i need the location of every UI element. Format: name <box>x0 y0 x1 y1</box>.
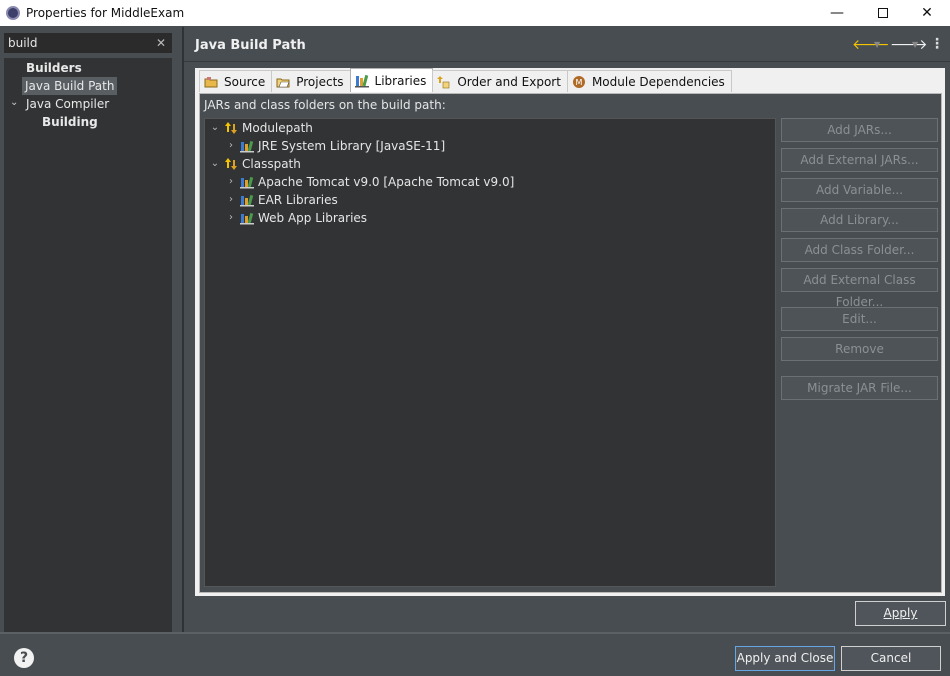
tab-bar: Source Projects Libraries Order and Expo… <box>199 68 732 92</box>
projects-folder-icon <box>276 75 290 89</box>
property-tree: Builders Java Build Path ⌄ Java Compiler… <box>4 58 172 632</box>
tree-item-building[interactable]: Building <box>42 113 98 131</box>
build-path-caption: JARs and class folders on the build path… <box>204 98 446 112</box>
order-export-icon <box>437 75 451 89</box>
library-icon <box>240 175 254 189</box>
splitter[interactable] <box>182 27 184 632</box>
chevron-down-icon[interactable]: ⌄ <box>209 155 221 173</box>
footer-divider <box>0 632 950 634</box>
eclipse-icon <box>6 6 20 20</box>
back-arrow-icon[interactable]: 🡐 <box>852 36 890 54</box>
tree-node-apache-tomcat[interactable]: › Apache Tomcat v9.0 [Apache Tomcat v9.0… <box>225 173 514 191</box>
forward-arrow-icon[interactable]: 🡒 <box>890 36 928 54</box>
libraries-icon <box>354 74 369 88</box>
filter-input[interactable]: build <box>4 33 172 53</box>
source-folder-icon <box>204 75 218 89</box>
back-dropdown-icon[interactable]: ▼ <box>874 40 880 49</box>
forward-dropdown-icon[interactable]: ▼ <box>912 40 918 49</box>
close-button[interactable]: ✕ <box>904 0 950 26</box>
page-title: Java Build Path <box>195 38 306 53</box>
remove-button[interactable]: Remove <box>781 337 938 361</box>
title-bar: Properties for MiddleExam — ✕ <box>0 0 950 26</box>
tab-source[interactable]: Source <box>199 70 273 92</box>
maximize-button[interactable] <box>860 0 906 26</box>
library-icon <box>240 193 254 207</box>
tab-module-dependencies-label: Module Dependencies <box>591 74 725 89</box>
add-external-jars-button[interactable]: Add External JARs... <box>781 148 938 172</box>
tab-projects[interactable]: Projects <box>271 70 351 92</box>
tab-libraries-label: Libraries <box>374 73 427 88</box>
chevron-down-icon[interactable]: ⌄ <box>10 97 18 108</box>
tree-node-jre-system-library[interactable]: › JRE System Library [JavaSE-11] <box>225 137 445 155</box>
add-jars-button[interactable]: Add JARs... <box>781 118 938 142</box>
chevron-down-icon[interactable]: ⌄ <box>209 119 221 137</box>
apply-button[interactable]: Apply <box>855 601 946 626</box>
tree-item-java-build-path[interactable]: Java Build Path <box>22 77 118 95</box>
path-container-icon <box>224 157 238 171</box>
minimize-button[interactable]: — <box>814 0 860 26</box>
header-divider <box>184 61 950 62</box>
cancel-button[interactable]: Cancel <box>841 646 941 671</box>
maximize-icon <box>878 8 888 18</box>
path-container-icon <box>224 121 238 135</box>
edit-button[interactable]: Edit... <box>781 307 938 331</box>
help-icon[interactable]: ? <box>14 648 34 668</box>
tree-node-classpath[interactable]: ⌄ Classpath <box>209 155 301 173</box>
tree-node-modulepath[interactable]: ⌄ Modulepath <box>209 119 313 137</box>
library-icon <box>240 211 254 225</box>
tab-module-dependencies[interactable]: M Module Dependencies <box>566 70 732 92</box>
chevron-right-icon[interactable]: › <box>225 209 237 227</box>
tree-item-builders[interactable]: Builders <box>26 59 82 77</box>
chevron-right-icon[interactable]: › <box>225 137 237 155</box>
module-icon: M <box>572 75 586 89</box>
add-class-folder-button[interactable]: Add Class Folder... <box>781 238 938 262</box>
apply-and-close-button[interactable]: Apply and Close <box>735 646 835 671</box>
tree-node-ear-libraries[interactable]: › EAR Libraries <box>225 191 338 209</box>
tab-libraries[interactable]: Libraries <box>349 68 434 92</box>
add-external-class-folder-button[interactable]: Add External Class Folder... <box>781 268 938 309</box>
view-menu-icon[interactable]: ⋮ <box>930 36 944 52</box>
add-library-button[interactable]: Add Library... <box>781 208 938 232</box>
tab-projects-label: Projects <box>296 74 344 89</box>
tab-order-export-label: Order and Export <box>457 74 561 89</box>
svg-text:M: M <box>576 78 583 87</box>
window-title: Properties for MiddleExam <box>26 6 185 20</box>
add-variable-button[interactable]: Add Variable... <box>781 178 938 202</box>
build-path-tree[interactable]: ⌄ Modulepath › JRE System Library [JavaS… <box>204 118 776 587</box>
tree-node-web-app-libraries[interactable]: › Web App Libraries <box>225 209 367 227</box>
clear-filter-icon[interactable]: ✕ <box>154 36 168 50</box>
chevron-right-icon[interactable]: › <box>225 173 237 191</box>
tab-order-and-export[interactable]: Order and Export <box>432 70 568 92</box>
library-icon <box>240 139 254 153</box>
left-panel: build ✕ Builders Java Build Path ⌄ Java … <box>0 27 182 632</box>
chevron-right-icon[interactable]: › <box>225 191 237 209</box>
tab-source-label: Source <box>224 74 266 89</box>
migrate-jar-button[interactable]: Migrate JAR File... <box>781 376 938 400</box>
tree-item-java-compiler[interactable]: Java Compiler <box>26 95 109 113</box>
